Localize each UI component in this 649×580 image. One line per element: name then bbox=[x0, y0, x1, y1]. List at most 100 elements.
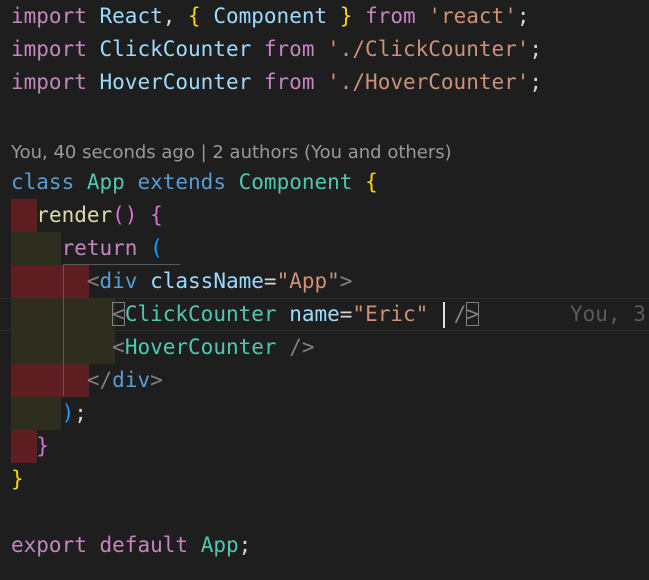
code-token: = bbox=[339, 302, 353, 326]
code-token: div bbox=[99, 269, 138, 293]
code-token: ; bbox=[238, 533, 252, 557]
code-line: class App extends Component { bbox=[11, 166, 378, 199]
code-line: </div> bbox=[11, 364, 163, 397]
code-token: import bbox=[11, 70, 87, 94]
codelens-authors[interactable]: You, 40 seconds ago | 2 authors (You and… bbox=[11, 138, 452, 168]
code-line: <HoverCounter /> bbox=[11, 331, 314, 364]
code-token: from bbox=[263, 37, 315, 61]
code-token: ; bbox=[529, 37, 543, 61]
code-token: ; bbox=[74, 401, 87, 425]
code-token: App bbox=[86, 170, 125, 194]
code-line: import HoverCounter from './HoverCounter… bbox=[11, 66, 542, 99]
code-token: > bbox=[150, 368, 163, 392]
code-token: HoverCounter bbox=[99, 70, 252, 94]
code-token: < bbox=[112, 302, 125, 326]
code-token: from bbox=[263, 70, 315, 94]
code-token: App bbox=[200, 533, 239, 557]
code-token: class bbox=[11, 170, 75, 194]
code-token: > bbox=[339, 269, 353, 293]
code-token: "Eric" bbox=[352, 302, 429, 326]
code-token: './ClickCounter' bbox=[327, 37, 530, 61]
code-token: 'react' bbox=[428, 4, 517, 28]
code-line: export default App; bbox=[11, 529, 251, 562]
code-token: import bbox=[11, 4, 87, 28]
code-editor[interactable]: You, 40 seconds ago | 2 authors (You and… bbox=[0, 0, 649, 580]
code-token: = bbox=[263, 269, 277, 293]
code-token: , bbox=[162, 4, 189, 28]
code-token: return bbox=[61, 236, 138, 260]
code-token: ; bbox=[516, 4, 530, 28]
code-line: return ( bbox=[11, 232, 163, 265]
code-token: Component bbox=[213, 4, 328, 28]
code-line: } bbox=[11, 430, 49, 463]
code-token: ; bbox=[529, 70, 543, 94]
code-token: } bbox=[339, 4, 353, 28]
code-token: default bbox=[99, 533, 189, 557]
code-line: <ClickCounter name="Eric" /> bbox=[11, 298, 479, 331]
code-token: < bbox=[112, 335, 125, 359]
code-token: import bbox=[11, 37, 87, 61]
code-token: className bbox=[150, 269, 264, 293]
code-line: } bbox=[11, 463, 24, 496]
code-token: /> bbox=[289, 335, 315, 359]
code-token: } bbox=[11, 467, 24, 491]
code-token: Component bbox=[238, 170, 353, 194]
inline-blame: You, 3 bbox=[570, 302, 646, 326]
code-line: import ClickCounter from './ClickCounter… bbox=[11, 33, 542, 66]
code-token: < bbox=[86, 269, 100, 293]
code-token: > bbox=[466, 302, 479, 326]
code-token: render bbox=[36, 203, 113, 227]
code-token: './HoverCounter' bbox=[327, 70, 530, 94]
text-cursor bbox=[443, 302, 445, 328]
code-token: { bbox=[150, 203, 163, 227]
code-token: ) bbox=[61, 401, 75, 425]
code-token: ( bbox=[150, 236, 163, 260]
code-token: export bbox=[11, 533, 87, 557]
code-token: { bbox=[365, 170, 378, 194]
code-token: React bbox=[99, 4, 163, 28]
code-line: ); bbox=[11, 397, 87, 430]
code-token: HoverCounter bbox=[124, 335, 277, 359]
code-token: </ bbox=[86, 368, 113, 392]
code-token: ClickCounter bbox=[124, 302, 277, 326]
code-line: render() { bbox=[11, 199, 163, 232]
code-token: div bbox=[112, 368, 151, 392]
code-token: ClickCounter bbox=[99, 37, 252, 61]
code-token: / bbox=[453, 302, 467, 326]
code-token: "App" bbox=[276, 269, 340, 293]
code-line: import React, { Component } from 'react'… bbox=[11, 0, 530, 33]
code-token: { bbox=[188, 4, 201, 28]
code-token: () bbox=[112, 203, 138, 227]
code-token: extends bbox=[137, 170, 226, 194]
